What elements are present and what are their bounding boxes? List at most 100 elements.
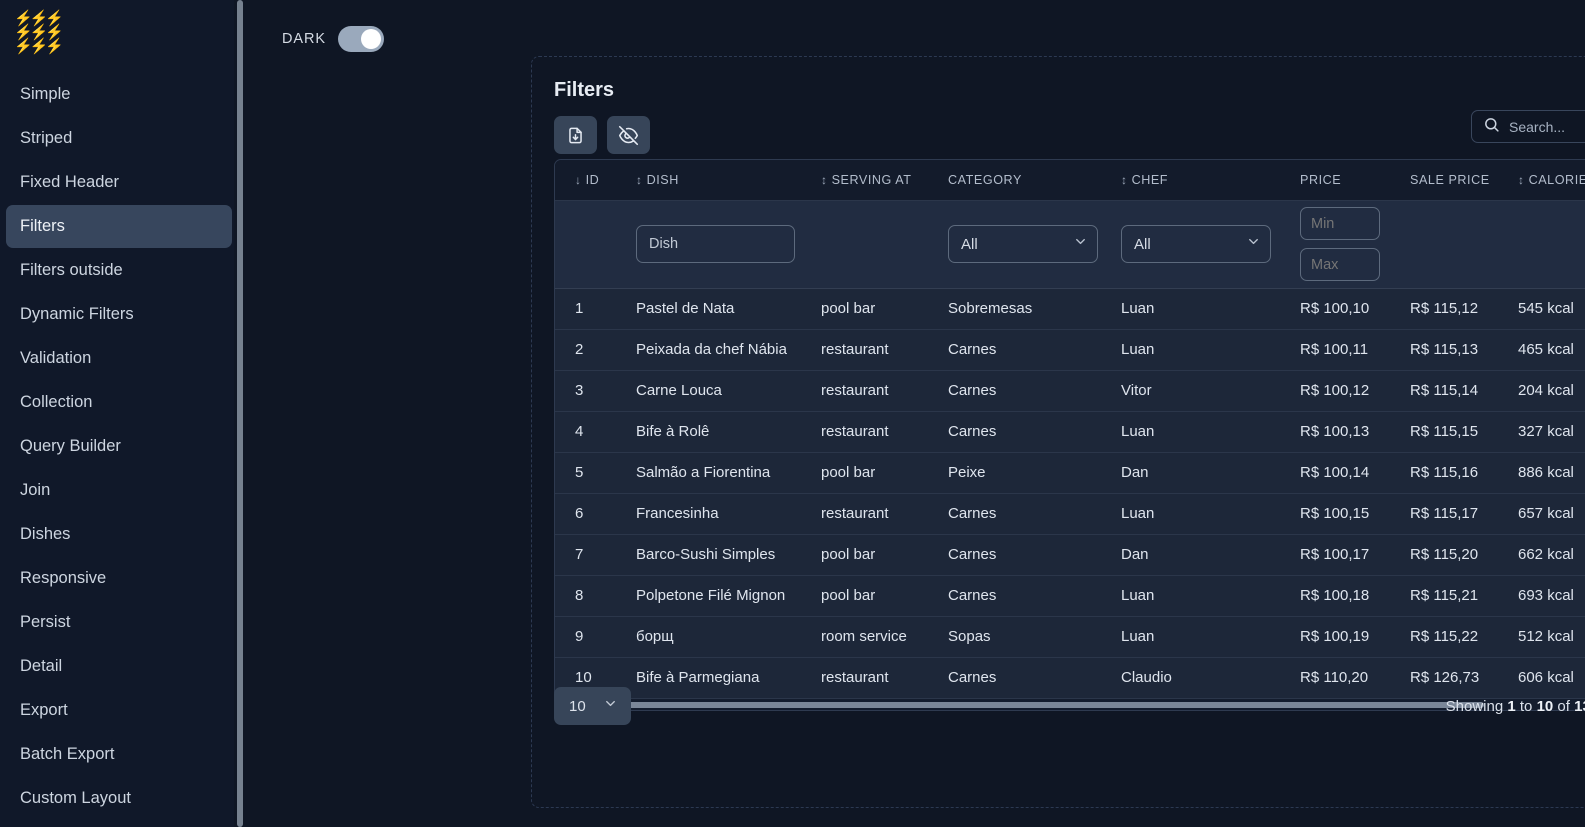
cell-category: Carnes — [935, 370, 1113, 411]
column-header-price[interactable]: PRICE — [1295, 160, 1405, 200]
sidebar-item-simple[interactable]: Simple — [6, 73, 232, 116]
cell-dish: Francesinha — [623, 493, 813, 534]
column-header-sale-price[interactable]: SALE PRICE — [1405, 160, 1513, 200]
cell-category: Sopas — [935, 616, 1113, 657]
dark-mode-label: DARK — [282, 31, 326, 47]
cell-category: Carnes — [935, 411, 1113, 452]
sidebar-item-dishes[interactable]: Dishes — [6, 513, 232, 556]
cell-chef: Luan — [1113, 329, 1295, 370]
table-row[interactable]: 6 Francesinha restaurant Carnes Luan R$ … — [555, 493, 1585, 534]
sidebar-item-label: Batch Export — [20, 745, 114, 764]
sidebar-item-label: Join — [20, 481, 50, 500]
table-row[interactable]: 5 Salmão a Fiorentina pool bar Peixe Dan… — [555, 452, 1585, 493]
price-max-input[interactable] — [1300, 248, 1380, 281]
table-footer: 10 Showing 1 to 10 of 13 Results 1 2 » — [554, 687, 1585, 725]
sidebar-scrollbar-thumb[interactable] — [237, 0, 243, 827]
sidebar-item-label: Fixed Header — [20, 173, 119, 192]
showing-prefix: Showing — [1446, 698, 1504, 715]
cell-serving-at: restaurant — [813, 493, 935, 534]
cell-chef: Vitor — [1113, 370, 1295, 411]
column-header-chef[interactable]: ↕CHEF — [1113, 160, 1295, 200]
showing-to: 10 — [1537, 698, 1554, 715]
table-row[interactable]: 1 Pastel de Nata pool bar Sobremesas Lua… — [555, 288, 1585, 329]
cell-chef: Luan — [1113, 575, 1295, 616]
cell-dish: борщ — [623, 616, 813, 657]
cell-serving-at: room service — [813, 616, 935, 657]
table-row[interactable]: 8 Polpetone Filé Mignon pool bar Carnes … — [555, 575, 1585, 616]
app-logo: ⚡⚡⚡ ⚡⚡⚡ ⚡⚡⚡ — [0, 0, 50, 53]
column-label: PRICE — [1300, 173, 1341, 187]
price-min-input[interactable] — [1300, 207, 1380, 240]
sidebar-item-label: Striped — [20, 129, 72, 148]
dark-mode-toggle[interactable] — [338, 26, 384, 52]
table-row[interactable]: 9 борщ room service Sopas Luan R$ 100,19… — [555, 616, 1585, 657]
cell-calories: 327 kcal — [1513, 411, 1585, 452]
column-header-calories[interactable]: ↕CALORIES — [1513, 160, 1585, 200]
cell-chef: Luan — [1113, 288, 1295, 329]
sidebar-item-filters[interactable]: Filters — [6, 205, 232, 248]
cell-sale-price: R$ 115,22 — [1405, 616, 1513, 657]
hide-columns-button[interactable] — [607, 116, 650, 154]
cell-category: Carnes — [935, 534, 1113, 575]
sidebar-item-export[interactable]: Export — [6, 689, 232, 732]
sidebar-item-custom-layout[interactable]: Custom Layout — [6, 777, 232, 820]
sidebar-item-label: Dynamic Filters — [20, 305, 134, 324]
table-row[interactable]: 4 Bife à Rolê restaurant Carnes Luan R$ … — [555, 411, 1585, 452]
sidebar-scrollbar[interactable] — [234, 0, 248, 827]
cell-sale-price: R$ 115,16 — [1405, 452, 1513, 493]
sidebar-item-striped[interactable]: Striped — [6, 117, 232, 160]
showing-of: of — [1557, 698, 1570, 715]
cell-price: R$ 100,15 — [1295, 493, 1405, 534]
sort-both-icon: ↕ — [636, 173, 643, 187]
column-header-category[interactable]: CATEGORY — [935, 160, 1113, 200]
export-file-button[interactable] — [554, 116, 597, 154]
search-icon — [1483, 116, 1500, 138]
cell-serving-at: pool bar — [813, 452, 935, 493]
column-header-dish[interactable]: ↕DISH — [623, 160, 813, 200]
cell-sale-price: R$ 115,20 — [1405, 534, 1513, 575]
cell-price: R$ 100,13 — [1295, 411, 1405, 452]
table-row[interactable]: 7 Barco-Sushi Simples pool bar Carnes Da… — [555, 534, 1585, 575]
chef-filter-select[interactable]: All — [1121, 225, 1271, 263]
sidebar-item-fixed-header[interactable]: Fixed Header — [6, 161, 232, 204]
sidebar-item-validation[interactable]: Validation — [6, 337, 232, 380]
app-root: ⚡⚡⚡ ⚡⚡⚡ ⚡⚡⚡ Simple Striped Fixed Header … — [0, 0, 1585, 827]
cell-price: R$ 100,10 — [1295, 288, 1405, 329]
cell-id: 4 — [555, 411, 623, 452]
column-header-id[interactable]: ↓ID — [555, 160, 623, 200]
cell-category: Peixe — [935, 452, 1113, 493]
sidebar-item-query-builder[interactable]: Query Builder — [6, 425, 232, 468]
search-input[interactable] — [1509, 119, 1585, 135]
column-header-serving-at[interactable]: ↕SERVING AT — [813, 160, 935, 200]
sidebar-item-dynamic-filters[interactable]: Dynamic Filters — [6, 293, 232, 336]
search-box[interactable] — [1471, 110, 1585, 143]
sidebar-item-filters-outside[interactable]: Filters outside — [6, 249, 232, 292]
table-body: 1 Pastel de Nata pool bar Sobremesas Lua… — [555, 288, 1585, 698]
panel-header: Filters — [532, 57, 1585, 154]
cell-id: 9 — [555, 616, 623, 657]
column-label: ID — [586, 173, 600, 187]
sidebar-item-batch-export[interactable]: Batch Export — [6, 733, 232, 776]
cell-price: R$ 100,17 — [1295, 534, 1405, 575]
per-page-select[interactable]: 10 — [554, 687, 631, 725]
sidebar-item-responsive[interactable]: Responsive — [6, 557, 232, 600]
sidebar-item-persist[interactable]: Persist — [6, 601, 232, 644]
table-toolbar — [554, 116, 1585, 154]
chef-filter-select-wrap: All — [1121, 225, 1271, 263]
sidebar-item-label: Simple — [20, 85, 70, 104]
cell-calories: 657 kcal — [1513, 493, 1585, 534]
eye-off-icon — [618, 125, 639, 146]
dish-filter-input[interactable] — [636, 225, 795, 263]
sidebar-item-collection[interactable]: Collection — [6, 381, 232, 424]
column-label: CALORIES — [1529, 173, 1585, 187]
cell-serving-at: restaurant — [813, 370, 935, 411]
category-filter-select[interactable]: All — [948, 225, 1098, 263]
cell-calories: 512 kcal — [1513, 616, 1585, 657]
cell-id: 3 — [555, 370, 623, 411]
sidebar-item-detail[interactable]: Detail — [6, 645, 232, 688]
table-row[interactable]: 2 Peixada da chef Nábia restaurant Carne… — [555, 329, 1585, 370]
cell-dish: Pastel de Nata — [623, 288, 813, 329]
table-row[interactable]: 3 Carne Louca restaurant Carnes Vitor R$… — [555, 370, 1585, 411]
filter-cell-sale-price — [1405, 200, 1513, 288]
sidebar-item-join[interactable]: Join — [6, 469, 232, 512]
